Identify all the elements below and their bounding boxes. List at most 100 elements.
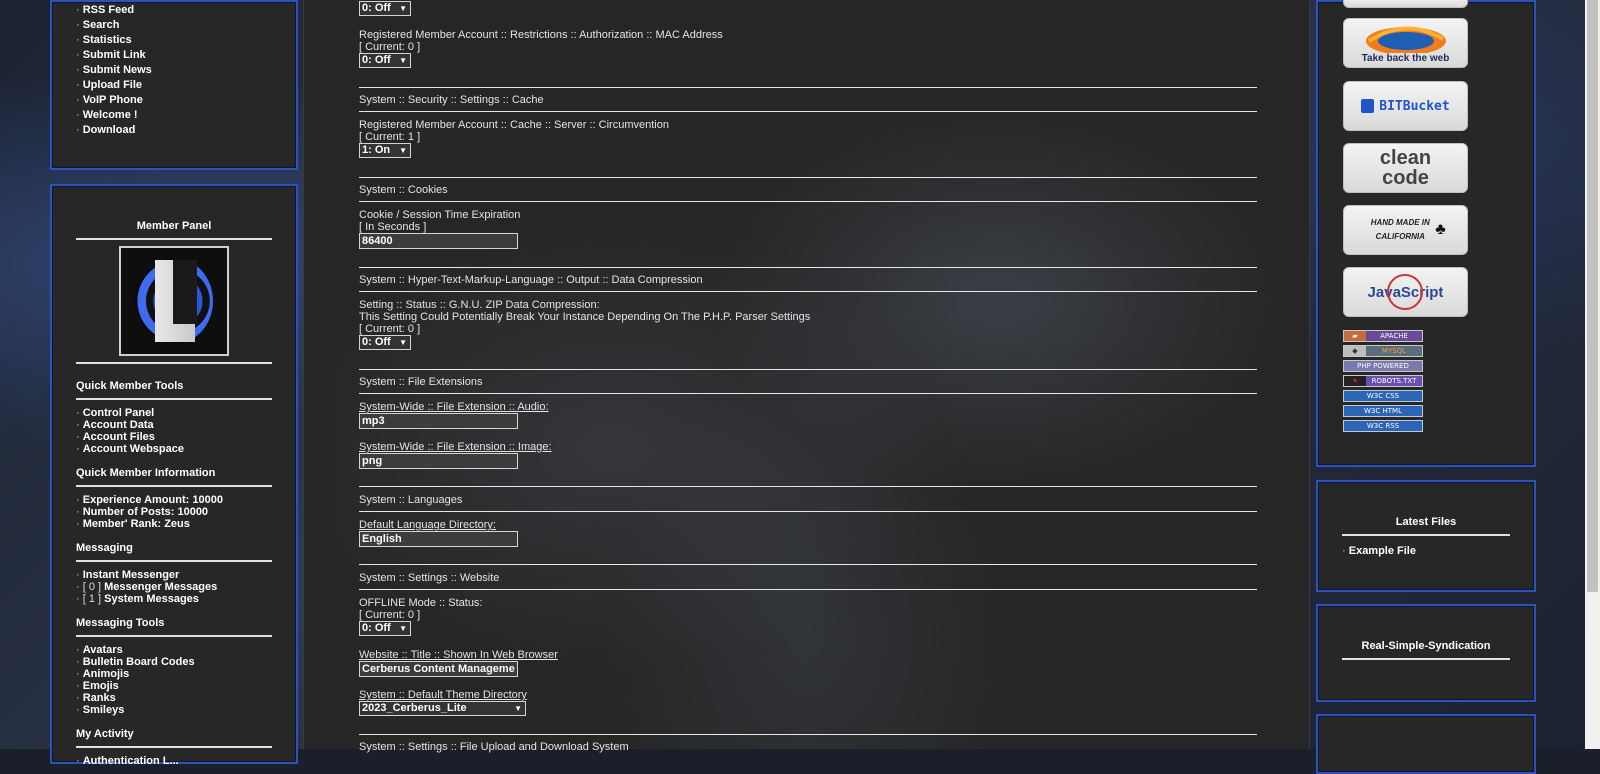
badge-bitbucket[interactable]: BITBucket	[1343, 81, 1468, 131]
list-item[interactable]: · Emojis	[76, 680, 272, 692]
left-sidebar: · RSS Feed · Search · Statistics · Submi…	[50, 0, 298, 767]
setting-label-image-ext: System-Wide :: File Extension :: Image:	[359, 441, 552, 453]
divider	[359, 291, 1257, 292]
list-item[interactable]: · Animojis	[76, 668, 272, 680]
site-title-input[interactable]: Cerberus Content Manageme	[359, 661, 518, 677]
badge-label: W3C CSS	[1366, 392, 1400, 400]
badge-label: BITBucket	[1379, 98, 1450, 114]
top-setting-select[interactable]: 0: Off ▼	[359, 1, 411, 16]
badge-apache[interactable]: ▰ APACHE	[1343, 330, 1423, 342]
badge-firefox[interactable]: Take back the web	[1343, 18, 1468, 68]
nav-item-rss-feed[interactable]: · RSS Feed	[76, 3, 296, 18]
section-header-extensions: System :: File Extensions	[359, 376, 483, 388]
firefox-icon	[1365, 26, 1446, 53]
list-item[interactable]: · Smileys	[76, 704, 272, 716]
setting-label-gzip: Setting :: Status :: G.N.U. ZIP Data Com…	[359, 299, 600, 311]
palm-tree-icon: ♣	[1435, 221, 1446, 238]
list-item[interactable]: · Control Panel	[76, 407, 272, 419]
badge-php[interactable]: PHP POWERED	[1343, 360, 1423, 372]
mac-address-select[interactable]: 0: Off ▼	[359, 53, 411, 68]
latest-files-title: Latest Files	[1395, 516, 1457, 528]
vertical-scrollbar[interactable]	[1585, 0, 1600, 749]
gzip-compression-select[interactable]: 0: Off ▼	[359, 335, 411, 350]
next-block-partial	[1316, 714, 1536, 774]
badge-clean-code[interactable]: clean code	[1343, 143, 1468, 193]
nav-item-voip-phone[interactable]: · VoIP Phone	[76, 93, 296, 108]
setting-current-mac: [ Current: 0 ]	[359, 41, 421, 53]
badge-w3c-css[interactable]: W3C CSS	[1343, 390, 1423, 402]
quick-info-title: Quick Member Information	[76, 467, 272, 487]
list-item: · Experience Amount: 10000	[76, 494, 223, 506]
section-header-website: System :: Settings :: Website	[359, 572, 500, 584]
nav-item-download[interactable]: · Download	[76, 123, 296, 138]
bucket-icon	[1361, 99, 1375, 113]
setting-current-gzip: [ Current: 0 ]	[359, 323, 421, 335]
badge-mysql[interactable]: ◆ MYSQL	[1343, 345, 1423, 357]
setting-label-cache: Registered Member Account :: Cache :: Se…	[359, 119, 669, 131]
divider	[1342, 534, 1510, 536]
nav-item-submit-news[interactable]: · Submit News	[76, 63, 296, 78]
main-content: 0: Off ▼ Registered Member Account :: Res…	[303, 0, 1310, 753]
activity-list: · Authentication L...	[76, 755, 272, 767]
divider	[359, 564, 1257, 565]
section-header-cache: System :: Security :: Settings :: Cache	[359, 94, 544, 106]
navigation-block: · RSS Feed · Search · Statistics · Submi…	[50, 0, 298, 170]
list-item[interactable]: · Authentication L...	[76, 755, 272, 767]
chevron-down-icon: ▼	[399, 4, 407, 13]
list-item: · Number of Posts: 10000	[76, 506, 209, 518]
messaging-tools-title: Messaging Tools	[76, 617, 272, 637]
rss-title: Real-Simple-Syndication	[1361, 640, 1491, 652]
badge-robots[interactable]: ✶ ROBOTS.TXT	[1343, 375, 1423, 387]
avatar[interactable]	[119, 246, 229, 356]
avatar-letter-notch	[173, 260, 197, 324]
divider	[359, 111, 1257, 112]
quick-tools-title: Quick Member Tools	[76, 380, 272, 400]
badge-w3c-html[interactable]: W3C HTML	[1343, 405, 1423, 417]
setting-label-cookie: Cookie / Session Time Expiration	[359, 209, 521, 221]
offline-mode-select[interactable]: 0: Off ▼	[359, 621, 411, 636]
badge-w3c-rss[interactable]: W3C RSS	[1343, 420, 1423, 432]
list-item[interactable]: · Example File	[1342, 544, 1510, 559]
audio-extension-input[interactable]: mp3	[359, 413, 518, 429]
list-item[interactable]: · Ranks	[76, 692, 272, 704]
badge-label: MYSQL	[1381, 347, 1407, 355]
list-item[interactable]: · Avatars	[76, 644, 272, 656]
divider	[359, 589, 1257, 590]
setting-label-offline: OFFLINE Mode :: Status:	[359, 597, 483, 609]
list-item[interactable]: · Account Data	[76, 419, 272, 431]
list-item[interactable]: · Account Files	[76, 431, 272, 443]
latest-files-block: Latest Files · Example File	[1316, 480, 1536, 592]
list-item[interactable]: · Bulletin Board Codes	[76, 656, 272, 668]
list-item[interactable]: · [ 0 ] Messenger Messages	[76, 581, 272, 593]
divider	[1342, 658, 1510, 660]
setting-current-cache: [ Current: 1 ]	[359, 131, 421, 143]
nav-item-submit-link[interactable]: · Submit Link	[76, 48, 296, 63]
list-item[interactable]: · Instant Messenger	[76, 569, 272, 581]
image-extension-input[interactable]: png	[359, 453, 518, 469]
badge-top-partial[interactable]	[1343, 0, 1468, 8]
member-panel-title: Member Panel	[76, 220, 272, 240]
badge-label: Take back the web	[1361, 53, 1450, 64]
divider	[359, 734, 1257, 735]
scrollbar-thumb[interactable]	[1587, 0, 1598, 592]
language-directory-input[interactable]: English	[359, 531, 518, 547]
badge-label: HAND MADE IN CALIFORNIA	[1370, 218, 1430, 241]
badge-made-in-california[interactable]: HAND MADE IN CALIFORNIA ♣	[1343, 205, 1468, 255]
nav-item-statistics[interactable]: · Statistics	[76, 33, 296, 48]
content-background-art	[329, 0, 1284, 749]
setting-hint-cookie: [ In Seconds ]	[359, 221, 427, 233]
list-item[interactable]: · [ 1 ] System Messages	[76, 593, 272, 605]
badges-block: Take back the web BITBucket clean code H…	[1316, 0, 1536, 467]
nav-item-upload-file[interactable]: · Upload File	[76, 78, 296, 93]
section-header-cookies: System :: Cookies	[359, 184, 448, 196]
cookie-expiration-input[interactable]: 86400	[359, 233, 518, 249]
badge-no-javascript[interactable]: JavaScript	[1343, 267, 1468, 317]
list-item[interactable]: · Account Webspace	[76, 443, 272, 455]
nav-item-search[interactable]: · Search	[76, 18, 296, 33]
setting-current-offline: [ Current: 0 ]	[359, 609, 421, 621]
divider	[76, 362, 272, 364]
nav-item-welcome[interactable]: · Welcome !	[76, 108, 296, 123]
cache-circumvention-select[interactable]: 1: On ▼	[359, 143, 411, 158]
theme-directory-select[interactable]: 2023_Cerberus_Lite ▼	[359, 701, 526, 716]
badge-label: W3C RSS	[1366, 422, 1400, 430]
